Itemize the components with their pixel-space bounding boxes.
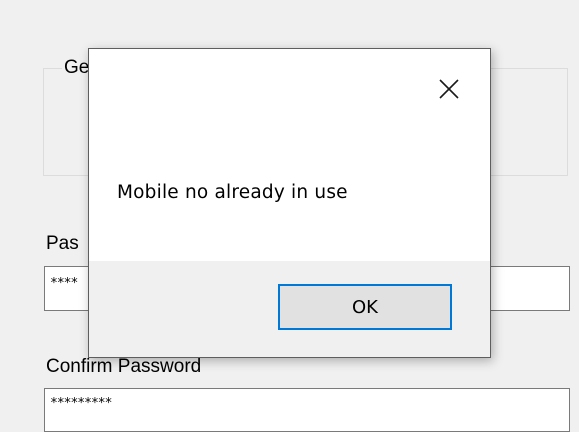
dialog-message: Mobile no already in use — [117, 182, 348, 203]
confirm-password-label: Confirm Password — [46, 356, 202, 377]
groupbox-title: Ge — [62, 57, 92, 79]
close-icon — [439, 79, 459, 99]
close-button[interactable] — [431, 71, 467, 107]
dialog-footer: OK — [89, 261, 490, 357]
ok-button[interactable]: OK — [278, 284, 452, 330]
password-label: Pas — [46, 233, 79, 254]
message-box: Mobile no already in use OK — [88, 48, 491, 358]
confirm-password-field[interactable]: ********* — [44, 388, 570, 432]
